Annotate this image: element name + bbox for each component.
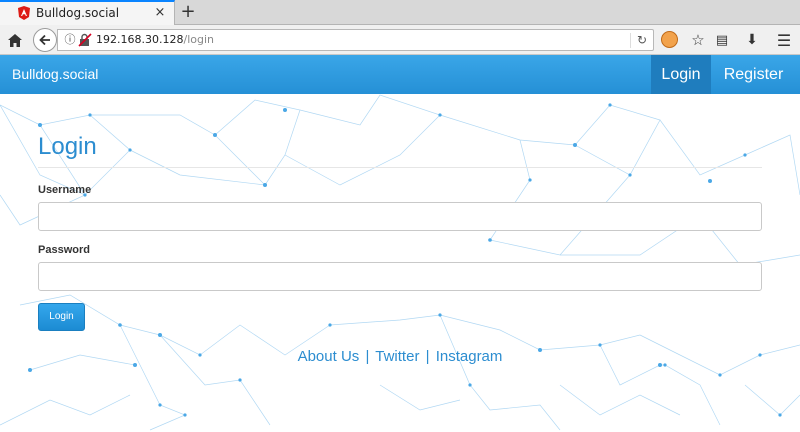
tab-strip: Bulldog.social × + (0, 0, 800, 25)
nav-register-link[interactable]: Register (711, 55, 796, 94)
address-bar[interactable]: ⓘ 192.168.30.128/login ↻ (57, 29, 654, 51)
back-arrow-icon (39, 34, 50, 46)
new-tab-button[interactable]: + (178, 1, 198, 23)
site-brand[interactable]: Bulldog.social (12, 66, 98, 82)
tab-close-icon[interactable]: × (153, 5, 167, 21)
page-content: Bulldog.social Login Register Login User… (0, 55, 800, 432)
password-label: Password (38, 244, 90, 256)
footer-separator: | (425, 348, 430, 365)
reload-icon[interactable]: ↻ (637, 33, 647, 47)
insecure-lock-icon[interactable] (78, 33, 92, 47)
home-icon (8, 33, 22, 47)
info-icon[interactable]: ⓘ (63, 33, 77, 47)
browser-toolbar: ⓘ 192.168.30.128/login ↻ ☆ ▤ ⬇ ☰ (0, 25, 800, 55)
star-icon[interactable]: ☆ (686, 28, 710, 52)
tab-title: Bulldog.social (36, 6, 120, 20)
download-icon[interactable]: ⬇ (740, 28, 764, 52)
back-button[interactable] (33, 28, 57, 52)
url-path: /login (183, 33, 214, 46)
network-background-graphic (0, 94, 800, 431)
username-label: Username (38, 184, 92, 196)
page-title: Login (38, 133, 97, 160)
about-us-link[interactable]: About Us (298, 348, 360, 365)
twitter-link[interactable]: Twitter (375, 348, 419, 365)
browser-tab[interactable]: Bulldog.social × (0, 0, 175, 25)
urlbar-divider (630, 33, 631, 48)
heading-divider (38, 167, 762, 168)
instagram-link[interactable]: Instagram (436, 348, 503, 365)
angular-favicon-icon (18, 6, 30, 20)
url-text[interactable]: 192.168.30.128/login (96, 33, 214, 46)
username-input[interactable] (38, 202, 762, 231)
url-host: 192.168.30.128 (96, 33, 184, 46)
nav-login-link[interactable]: Login (651, 55, 711, 94)
hamburger-menu-icon[interactable]: ☰ (772, 28, 796, 52)
home-button[interactable] (3, 28, 27, 52)
password-input[interactable] (38, 262, 762, 291)
footer-separator: | (365, 348, 370, 365)
site-navbar: Bulldog.social Login Register (0, 55, 800, 94)
footer-links: About Us | Twitter | Instagram (0, 348, 800, 365)
reader-view-icon[interactable]: ▤ (710, 28, 734, 52)
extension-icon[interactable] (661, 31, 678, 48)
login-submit-button[interactable]: Login (38, 303, 85, 331)
